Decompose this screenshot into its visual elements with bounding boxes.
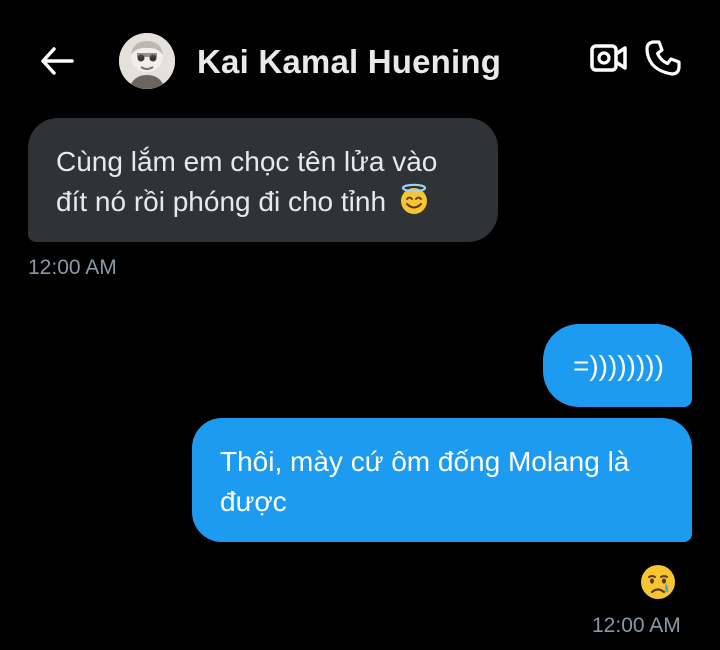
smiling-face-with-halo-emoji xyxy=(400,183,427,214)
message-text-line-2: đít nó rồi phóng đi cho tỉnh xyxy=(56,186,387,217)
video-call-button[interactable] xyxy=(588,40,630,80)
phone-icon xyxy=(645,40,681,76)
message-bubble-outgoing[interactable]: Thôi, mày cứ ôm đống Molang là được xyxy=(192,418,692,542)
video-camera-icon xyxy=(590,44,627,72)
arrow-left-icon xyxy=(41,47,74,75)
contact-name[interactable]: Kai Kamal Huening xyxy=(197,43,501,81)
voice-call-button[interactable] xyxy=(643,38,685,80)
conversation-header: Kai Kamal Huening xyxy=(0,0,720,118)
message-bubble-incoming[interactable]: Cùng lắm em chọc tên lửa vào đít nó rồi … xyxy=(28,118,498,242)
message-timestamp: 12:00 AM xyxy=(592,614,681,637)
avatar[interactable] xyxy=(119,33,175,89)
back-button[interactable] xyxy=(36,40,78,82)
message-text-line: Cùng lắm em chọc tên lửa vào xyxy=(56,146,438,177)
message-text: =)))))))) xyxy=(573,350,664,381)
crying-face-reaction-icon[interactable] xyxy=(638,562,678,602)
message-text-line: đít nó rồi phóng đi cho tỉnh xyxy=(56,182,470,222)
avatar-photo xyxy=(119,33,175,89)
message-bubble-outgoing[interactable]: =)))))))) xyxy=(543,324,692,407)
message-timestamp: 12:00 AM xyxy=(28,256,117,279)
message-text-line: Thôi, mày cứ ôm đống Molang là xyxy=(220,446,630,477)
crying-face-emoji xyxy=(641,565,675,599)
message-text-line: được xyxy=(220,486,287,517)
